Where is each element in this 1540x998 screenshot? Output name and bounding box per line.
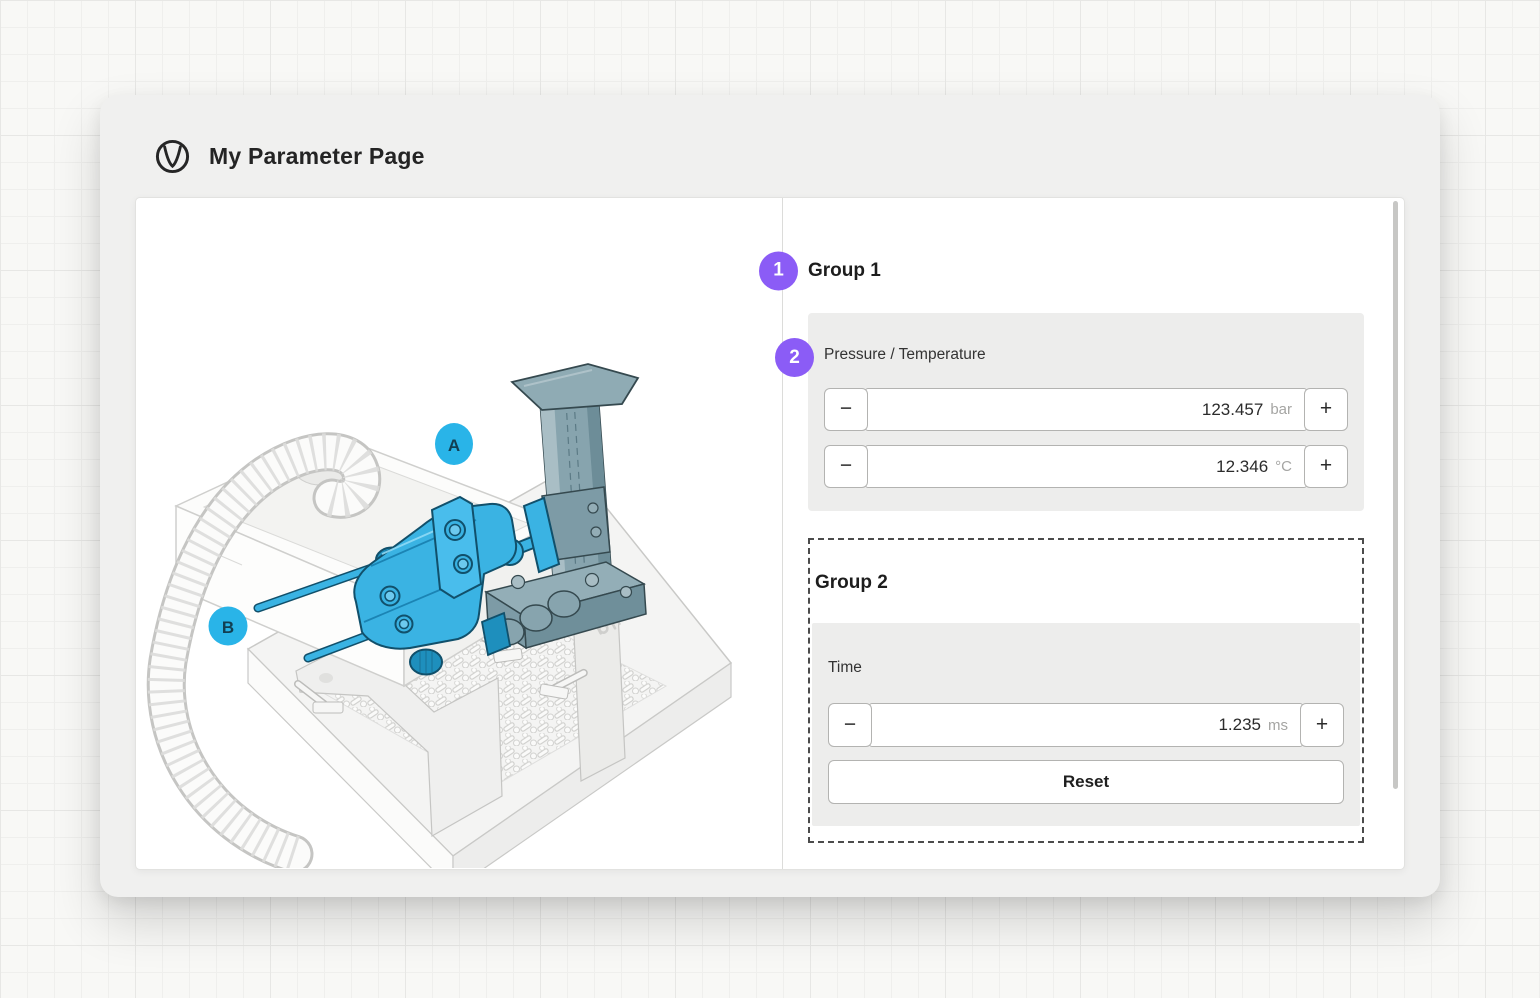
time-value: 1.235: [1218, 715, 1261, 735]
temperature-increment-button[interactable]: +: [1304, 445, 1348, 488]
time-increment-button[interactable]: +: [1300, 703, 1344, 747]
pressure-unit: bar: [1270, 401, 1292, 418]
time-unit: ms: [1268, 717, 1288, 734]
group2-title: Group 2: [815, 572, 888, 594]
marker-a-label: A: [448, 436, 460, 455]
pressure-increment-button[interactable]: +: [1304, 388, 1348, 431]
group2-header: Group 2: [815, 566, 1360, 599]
app-window: My Parameter Page: [100, 95, 1440, 897]
reset-button[interactable]: Reset: [828, 760, 1344, 804]
pressure-value: 123.457: [1202, 400, 1263, 420]
group2-container: Group 2 Time − 1.235 ms + Reset: [808, 538, 1364, 843]
annotation-badge-2: 2: [775, 338, 814, 377]
hotspot-marker-b[interactable]: B: [209, 607, 248, 646]
app-header: My Parameter Page: [154, 135, 425, 177]
hotspot-marker-a[interactable]: A: [435, 423, 473, 465]
time-card: Time − 1.235 ms + Reset: [812, 623, 1360, 826]
pressure-input[interactable]: 123.457 bar: [865, 388, 1307, 431]
group1-header: 1 Group 1: [808, 254, 1364, 287]
card-label: Time: [828, 659, 1344, 677]
time-stepper: − 1.235 ms +: [828, 703, 1344, 747]
annotation-badge-1: 1: [759, 251, 798, 290]
card-label: Pressure / Temperature: [824, 346, 1348, 364]
temperature-decrement-button[interactable]: −: [824, 445, 868, 488]
group1-title: Group 1: [808, 260, 881, 282]
temperature-unit: °C: [1275, 458, 1292, 475]
content-panel: A B 1 Group 1 2 Pressure / Temperature −: [135, 197, 1405, 870]
pressure-temperature-card: 2 Pressure / Temperature − 123.457 bar +…: [808, 313, 1364, 511]
page-title: My Parameter Page: [209, 143, 425, 170]
pressure-decrement-button[interactable]: −: [824, 388, 868, 431]
marker-b-label: B: [222, 618, 234, 637]
temperature-stepper: − 12.346 °C +: [824, 445, 1348, 488]
temperature-value: 12.346: [1216, 457, 1268, 477]
machine-illustration: A B: [146, 356, 746, 868]
time-input[interactable]: 1.235 ms: [869, 703, 1303, 747]
parameters-panel: 1 Group 1 2 Pressure / Temperature − 123…: [783, 198, 1404, 869]
pressure-stepper: − 123.457 bar +: [824, 388, 1348, 431]
app-logo-icon: [154, 138, 191, 175]
time-decrement-button[interactable]: −: [828, 703, 872, 747]
scrollbar-thumb[interactable]: [1393, 201, 1398, 789]
illustration-panel: A B: [136, 198, 783, 869]
temperature-input[interactable]: 12.346 °C: [865, 445, 1307, 488]
